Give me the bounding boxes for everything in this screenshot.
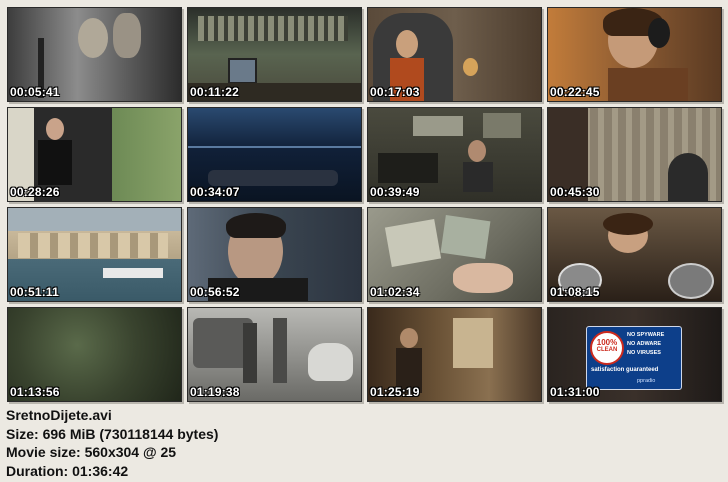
timestamp: 00:28:26 [10, 185, 60, 199]
thumbnail-2: 00:11:22 [187, 7, 362, 102]
file-size: Size: 696 MiB (730118144 bytes) [6, 425, 219, 442]
thumbnail-5: 00:28:26 [7, 107, 182, 202]
badge-item: NO ADWARE [627, 341, 662, 347]
thumbnail-13: 01:13:56 [7, 307, 182, 402]
thumbnail-14: 01:19:38 [187, 307, 362, 402]
thumbnail-4: 00:22:45 [547, 7, 722, 102]
thumbnail-8: 00:45:30 [547, 107, 722, 202]
thumbnail-9: 00:51:11 [7, 207, 182, 302]
timestamp: 01:31:00 [550, 385, 600, 399]
movie-size: Movie size: 560x304 @ 25 [6, 444, 177, 460]
badge-brand: ppradio [637, 378, 656, 384]
timestamp: 00:56:52 [190, 285, 240, 299]
timestamp: 00:34:07 [190, 185, 240, 199]
timestamp: 00:17:03 [370, 85, 420, 99]
badge-item: NO VIRUSES [627, 350, 661, 356]
badge-item: NO SPYWARE [627, 332, 665, 338]
timestamp: 01:25:19 [370, 385, 420, 399]
thumbnail-grid: 00:05:41 00:11:22 00:17:03 00:22:45 00:2… [0, 0, 728, 404]
duration: Duration: 01:36:42 [6, 462, 129, 479]
timestamp: 00:39:49 [370, 185, 420, 199]
timestamp: 01:13:56 [10, 385, 60, 399]
thumbnail-7: 00:39:49 [367, 107, 542, 202]
thumbnail-1: 00:05:41 [7, 7, 182, 102]
badge-footer: satisfaction guaranteed [591, 367, 659, 373]
thumbnail-15: 01:25:19 [367, 307, 542, 402]
timestamp: 00:51:11 [10, 285, 59, 299]
thumbnail-11: 01:02:34 [367, 207, 542, 302]
thumbnail-16: 100% CLEAN NO SPYWARE NO ADWARE NO VIRUS… [547, 307, 722, 402]
thumbnail-3: 00:17:03 [367, 7, 542, 102]
thumbnail-6: 00:34:07 [187, 107, 362, 202]
thumbnail-10: 00:56:52 [187, 207, 362, 302]
timestamp: 00:22:45 [550, 85, 600, 99]
file-name: SretnoDijete.avi [6, 407, 112, 423]
timestamp: 00:11:22 [190, 85, 239, 99]
clean-badge: 100% CLEAN NO SPYWARE NO ADWARE NO VIRUS… [586, 326, 682, 390]
timestamp: 00:45:30 [550, 185, 600, 199]
thumbnail-12: 01:08:15 [547, 207, 722, 302]
file-info: SretnoDijete.avi Size: 696 MiB (73011814… [6, 406, 218, 480]
timestamp: 01:19:38 [190, 385, 240, 399]
timestamp: 01:08:15 [550, 285, 600, 299]
timestamp: 00:05:41 [10, 85, 60, 99]
timestamp: 01:02:34 [370, 285, 420, 299]
